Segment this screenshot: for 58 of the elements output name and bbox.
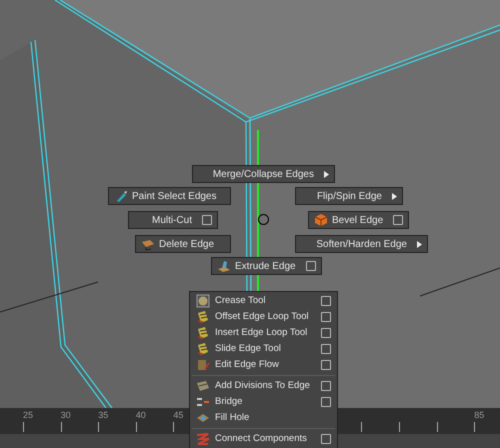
menu-item[interactable]: Offset Edge Loop Tool bbox=[190, 309, 337, 325]
marking-menu-item[interactable]: Multi-Cut bbox=[128, 211, 218, 229]
tool-icon bbox=[196, 358, 210, 372]
item-label: Bevel Edge bbox=[332, 214, 384, 228]
marking-menu-item[interactable]: Flip/Spin Edge bbox=[295, 187, 403, 205]
menu-item[interactable]: Crease Tool bbox=[190, 293, 337, 309]
option-box[interactable] bbox=[321, 328, 331, 338]
frame-number: 35 bbox=[98, 409, 108, 422]
menu-item[interactable]: Bridge bbox=[190, 394, 337, 410]
frame-number: 85 bbox=[474, 409, 484, 422]
tool-icon bbox=[217, 259, 231, 273]
tool-icon bbox=[141, 237, 155, 251]
frame-number: 25 bbox=[23, 409, 34, 422]
option-box[interactable] bbox=[321, 434, 331, 444]
frame-number: 30 bbox=[60, 409, 71, 422]
option-box[interactable] bbox=[321, 312, 331, 322]
tool-icon bbox=[314, 213, 328, 227]
tool-icon bbox=[196, 310, 210, 324]
tool-icon bbox=[196, 294, 210, 308]
tool-icon bbox=[196, 342, 210, 356]
item-label: Delete Edge bbox=[159, 238, 214, 252]
marking-menu-item[interactable]: Merge/Collapse Edges bbox=[192, 165, 335, 183]
option-box[interactable] bbox=[202, 215, 212, 225]
marking-menu-item[interactable]: Paint Select Edges bbox=[108, 187, 231, 205]
tool-icon bbox=[114, 189, 128, 203]
marking-menu-item[interactable]: Delete Edge bbox=[135, 235, 231, 253]
item-label: Soften/Harden Edge bbox=[316, 238, 407, 252]
option-box[interactable] bbox=[321, 360, 331, 370]
option-box[interactable] bbox=[306, 261, 316, 271]
menu-item[interactable]: Slide Edge Tool bbox=[190, 341, 337, 357]
submenu-arrow-icon bbox=[417, 240, 422, 248]
menu-item[interactable]: Connect Components bbox=[190, 431, 337, 447]
marking-menu-item[interactable]: Soften/Harden Edge bbox=[295, 235, 428, 253]
submenu-arrow-icon bbox=[324, 170, 329, 178]
item-label: Extrude Edge bbox=[235, 260, 296, 274]
marking-menu-item[interactable]: Bevel Edge bbox=[308, 211, 410, 229]
item-label: Merge/Collapse Edges bbox=[212, 168, 314, 182]
option-box[interactable] bbox=[321, 296, 331, 306]
option-box[interactable] bbox=[393, 215, 404, 225]
tool-icon bbox=[196, 395, 210, 409]
item-label: Flip/Spin Edge bbox=[316, 190, 382, 204]
tool-icon bbox=[196, 432, 210, 446]
tool-icon bbox=[196, 411, 210, 425]
option-box[interactable] bbox=[321, 381, 331, 391]
submenu-arrow-icon bbox=[392, 192, 397, 200]
tool-icon bbox=[196, 326, 210, 340]
frame-number: 40 bbox=[136, 409, 146, 422]
frame-number: 45 bbox=[173, 409, 184, 422]
tool-icon bbox=[196, 379, 210, 393]
menu-item[interactable]: Insert Edge Loop Tool bbox=[190, 325, 337, 341]
menu-item[interactable]: Fill Hole bbox=[190, 410, 337, 426]
item-label: Multi-Cut bbox=[152, 214, 192, 228]
option-box[interactable] bbox=[321, 397, 331, 407]
option-box[interactable] bbox=[321, 344, 331, 354]
menu-item[interactable]: Add Divisions To Edge bbox=[190, 378, 337, 394]
menu-item[interactable]: Edit Edge Flow bbox=[190, 357, 337, 373]
marking-menu-item[interactable]: Extrude Edge bbox=[211, 257, 322, 275]
item-label: Paint Select Edges bbox=[132, 190, 216, 204]
